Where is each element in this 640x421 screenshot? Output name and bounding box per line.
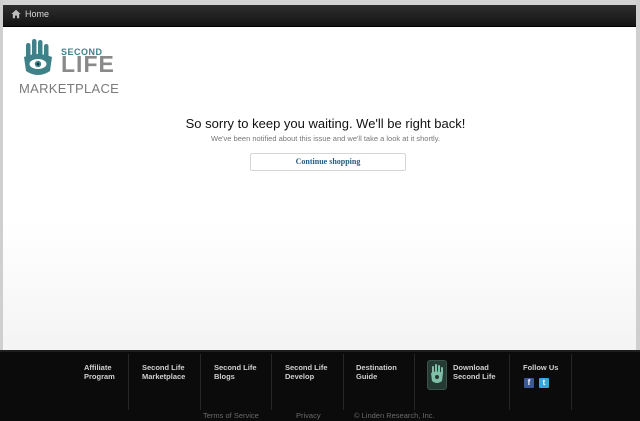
twitter-icon[interactable]: t [539,378,549,388]
footer-divider [509,354,510,410]
logo-life-text: LIFE [61,51,115,77]
footer-link-sl-develop[interactable]: Second Life Develop [285,363,328,382]
footer-divider [128,354,129,410]
viewer-download-icon[interactable] [427,360,447,390]
footer-divider [200,354,201,410]
logo-marketplace-text: MARKETPLACE [19,81,120,96]
footer-link-line: Destination [356,363,397,372]
second-life-marketplace-logo[interactable]: SECOND LIFE MARKETPLACE [19,37,129,99]
footer-divider [414,354,415,410]
main-content: SECOND LIFE MARKETPLACE So sorry to keep… [3,27,636,350]
follow-us-label: Follow Us [523,363,558,372]
home-link[interactable]: Home [11,9,49,19]
footer: Affiliate Program Second Life Marketplac… [0,350,640,421]
footer-link-download-sl[interactable]: Download Second Life [453,363,496,382]
footer-link-affiliate-program[interactable]: Affiliate Program [84,363,115,382]
footer-link-line: Program [84,372,115,382]
footer-link-line: Second Life [214,363,257,372]
home-icon [11,9,21,19]
facebook-icon[interactable]: f [524,378,534,388]
footer-link-destination-guide[interactable]: Destination Guide [356,363,397,382]
footer-divider [343,354,344,410]
hand-eye-logo-icon [24,39,52,75]
footer-link-line: Download [453,363,489,372]
follow-us-text: Follow Us [523,363,559,372]
error-subtitle: We've been notified about this issue and… [211,134,440,143]
footer-link-line: Affiliate [84,363,112,372]
footer-link-line: Marketplace [142,372,186,382]
top-nav-bar: Home [3,5,636,27]
footer-divider [571,354,572,410]
continue-shopping-button[interactable]: Continue shopping [250,153,406,171]
footer-link-line: Guide [356,372,378,382]
footer-link-line: Second Life [285,363,328,372]
footer-link-sl-marketplace[interactable]: Second Life Marketplace [142,363,185,382]
error-title: So sorry to keep you waiting. We'll be r… [185,116,466,131]
footer-link-line: Blogs [214,372,235,382]
footer-link-sl-blogs[interactable]: Second Life Blogs [214,363,257,382]
home-label: Home [25,9,50,19]
footer-link-line: Second Life [142,363,185,372]
footer-link-line: Second Life [453,372,496,382]
footer-link-line: Develop [285,372,315,382]
footer-divider [271,354,272,410]
hand-eye-small-icon [431,364,443,383]
